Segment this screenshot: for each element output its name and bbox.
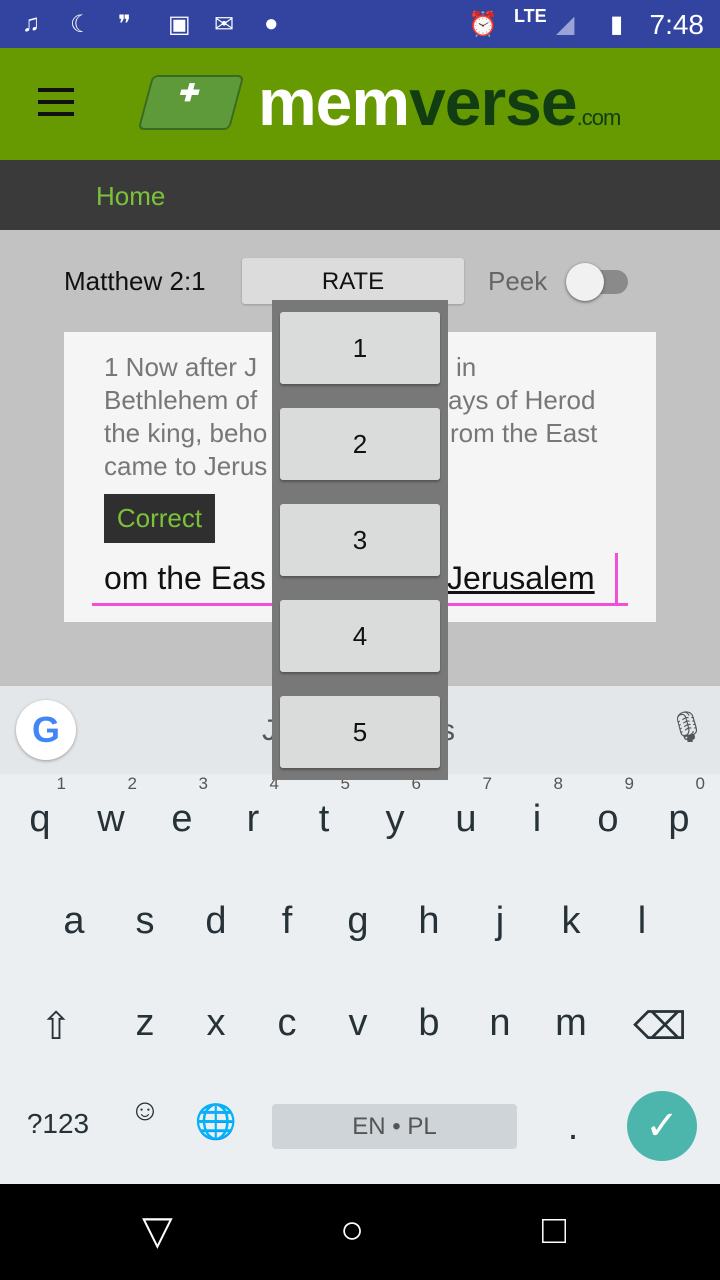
key-v[interactable]: v (328, 1002, 388, 1045)
network-type: LTE (514, 6, 547, 26)
music-icon: ♫ (22, 10, 40, 37)
key-h[interactable]: h (399, 900, 459, 943)
symbols-key[interactable]: ?123 (18, 1108, 98, 1140)
system-nav-bar: ▽ ○ □ (0, 1184, 720, 1280)
hamburger-menu-icon[interactable] (38, 88, 74, 116)
key-q[interactable]: q1 (10, 774, 70, 841)
period-key[interactable]: . (543, 1106, 603, 1149)
backspace-icon[interactable]: ⌫ (630, 1004, 690, 1049)
alarm-icon: ⏰ (468, 11, 498, 38)
signal-icon: ◢ (556, 11, 575, 38)
verse-text-line: came to Jerus (104, 451, 268, 481)
key-b[interactable]: b (399, 1002, 459, 1045)
rate-option-5[interactable]: 5 (280, 696, 440, 768)
peek-label: Peek (488, 266, 548, 296)
image-icon: ▣ (168, 11, 191, 38)
key-r[interactable]: r4 (223, 774, 283, 841)
key-k[interactable]: k (541, 900, 601, 943)
answer-input-text[interactable]: om the Eas (104, 560, 266, 597)
key-s[interactable]: s (115, 900, 175, 943)
key-p[interactable]: p0 (649, 774, 709, 841)
key-w[interactable]: w2 (81, 774, 141, 841)
rate-option-2[interactable]: 2 (280, 408, 440, 480)
nav-home-link[interactable]: Home (96, 181, 165, 212)
rate-option-4[interactable]: 4 (280, 600, 440, 672)
back-icon[interactable]: ▽ (142, 1208, 173, 1254)
key-hint-number: 1 (56, 774, 66, 793)
rate-option-1[interactable]: 1 (280, 312, 440, 384)
text-cursor (615, 553, 618, 603)
clock: 7:48 (649, 9, 705, 40)
key-hint-number: 0 (695, 774, 705, 793)
moon-icon: ☾ (70, 11, 92, 38)
hangouts-icon: ❞ (118, 11, 131, 38)
recents-icon[interactable]: □ (542, 1208, 566, 1253)
answer-input-text[interactable]: Jerusalem (447, 560, 595, 597)
key-f[interactable]: f (257, 900, 317, 943)
verse-text-line: the king, beho (104, 418, 268, 448)
enter-check-button[interactable]: ✓ (627, 1091, 697, 1161)
verse-text-line: rom the East (450, 418, 598, 448)
globe-icon[interactable]: 🌐 (186, 1102, 246, 1142)
verse-reference: Matthew 2:1 (64, 266, 206, 296)
key-m[interactable]: m (541, 1002, 601, 1045)
key-c[interactable]: c (257, 1002, 317, 1045)
key-hint-number: 8 (553, 774, 563, 793)
key-g[interactable]: g (328, 900, 388, 943)
memverse-logo[interactable]: memverse.com (258, 64, 621, 140)
battery-charging-icon: ▮ (610, 11, 624, 38)
verse-text-line: 1 Now after J (104, 352, 258, 382)
key-hint-number: 3 (198, 774, 208, 793)
key-x[interactable]: x (186, 1002, 246, 1045)
key-hint-number: 2 (127, 774, 137, 793)
key-t[interactable]: t5 (294, 774, 354, 841)
correct-badge: Correct (104, 494, 215, 543)
verse-text-line: in (456, 352, 477, 382)
gmail-icon: ✉ (214, 11, 235, 38)
key-l[interactable]: l (612, 900, 672, 943)
rate-option-3[interactable]: 3 (280, 504, 440, 576)
shift-icon[interactable]: ⇧ (26, 1004, 86, 1049)
verse-text-line: ays of Herod (448, 385, 596, 415)
microphone-icon[interactable]: 🎙 (668, 710, 706, 745)
key-hint-number: 9 (624, 774, 634, 793)
google-icon[interactable]: G (16, 700, 76, 760)
space-bar[interactable]: EN • PL (272, 1104, 517, 1149)
key-z[interactable]: z (115, 1002, 175, 1045)
rate-dropdown: 1 2 3 4 5 (272, 300, 448, 780)
key-a[interactable]: a (44, 900, 104, 943)
key-n[interactable]: n (470, 1002, 530, 1045)
key-j[interactable]: j (470, 900, 530, 943)
rate-button[interactable]: RATE (242, 258, 464, 304)
verse-text-line: Bethlehem of (104, 385, 258, 415)
emoji-key[interactable]: ☺ (115, 1094, 175, 1128)
home-icon[interactable]: ○ (340, 1208, 364, 1253)
key-d[interactable]: d (186, 900, 246, 943)
key-hint-number: 7 (482, 774, 492, 793)
key-y[interactable]: y6 (365, 774, 425, 841)
status-bar: ♫ ☾ ❞ ▣ ✉ ● ⏰ LTE ◢ ▮ 7:48 (0, 0, 720, 48)
bible-logo-icon: ✚ (137, 75, 245, 130)
key-e[interactable]: e3 (152, 774, 212, 841)
nav-bar: Home (0, 160, 720, 230)
key-u[interactable]: u7 (436, 774, 496, 841)
key-i[interactable]: i8 (507, 774, 567, 841)
android-icon: ● (264, 10, 279, 37)
peek-toggle[interactable] (566, 263, 628, 301)
key-o[interactable]: o9 (578, 774, 638, 841)
